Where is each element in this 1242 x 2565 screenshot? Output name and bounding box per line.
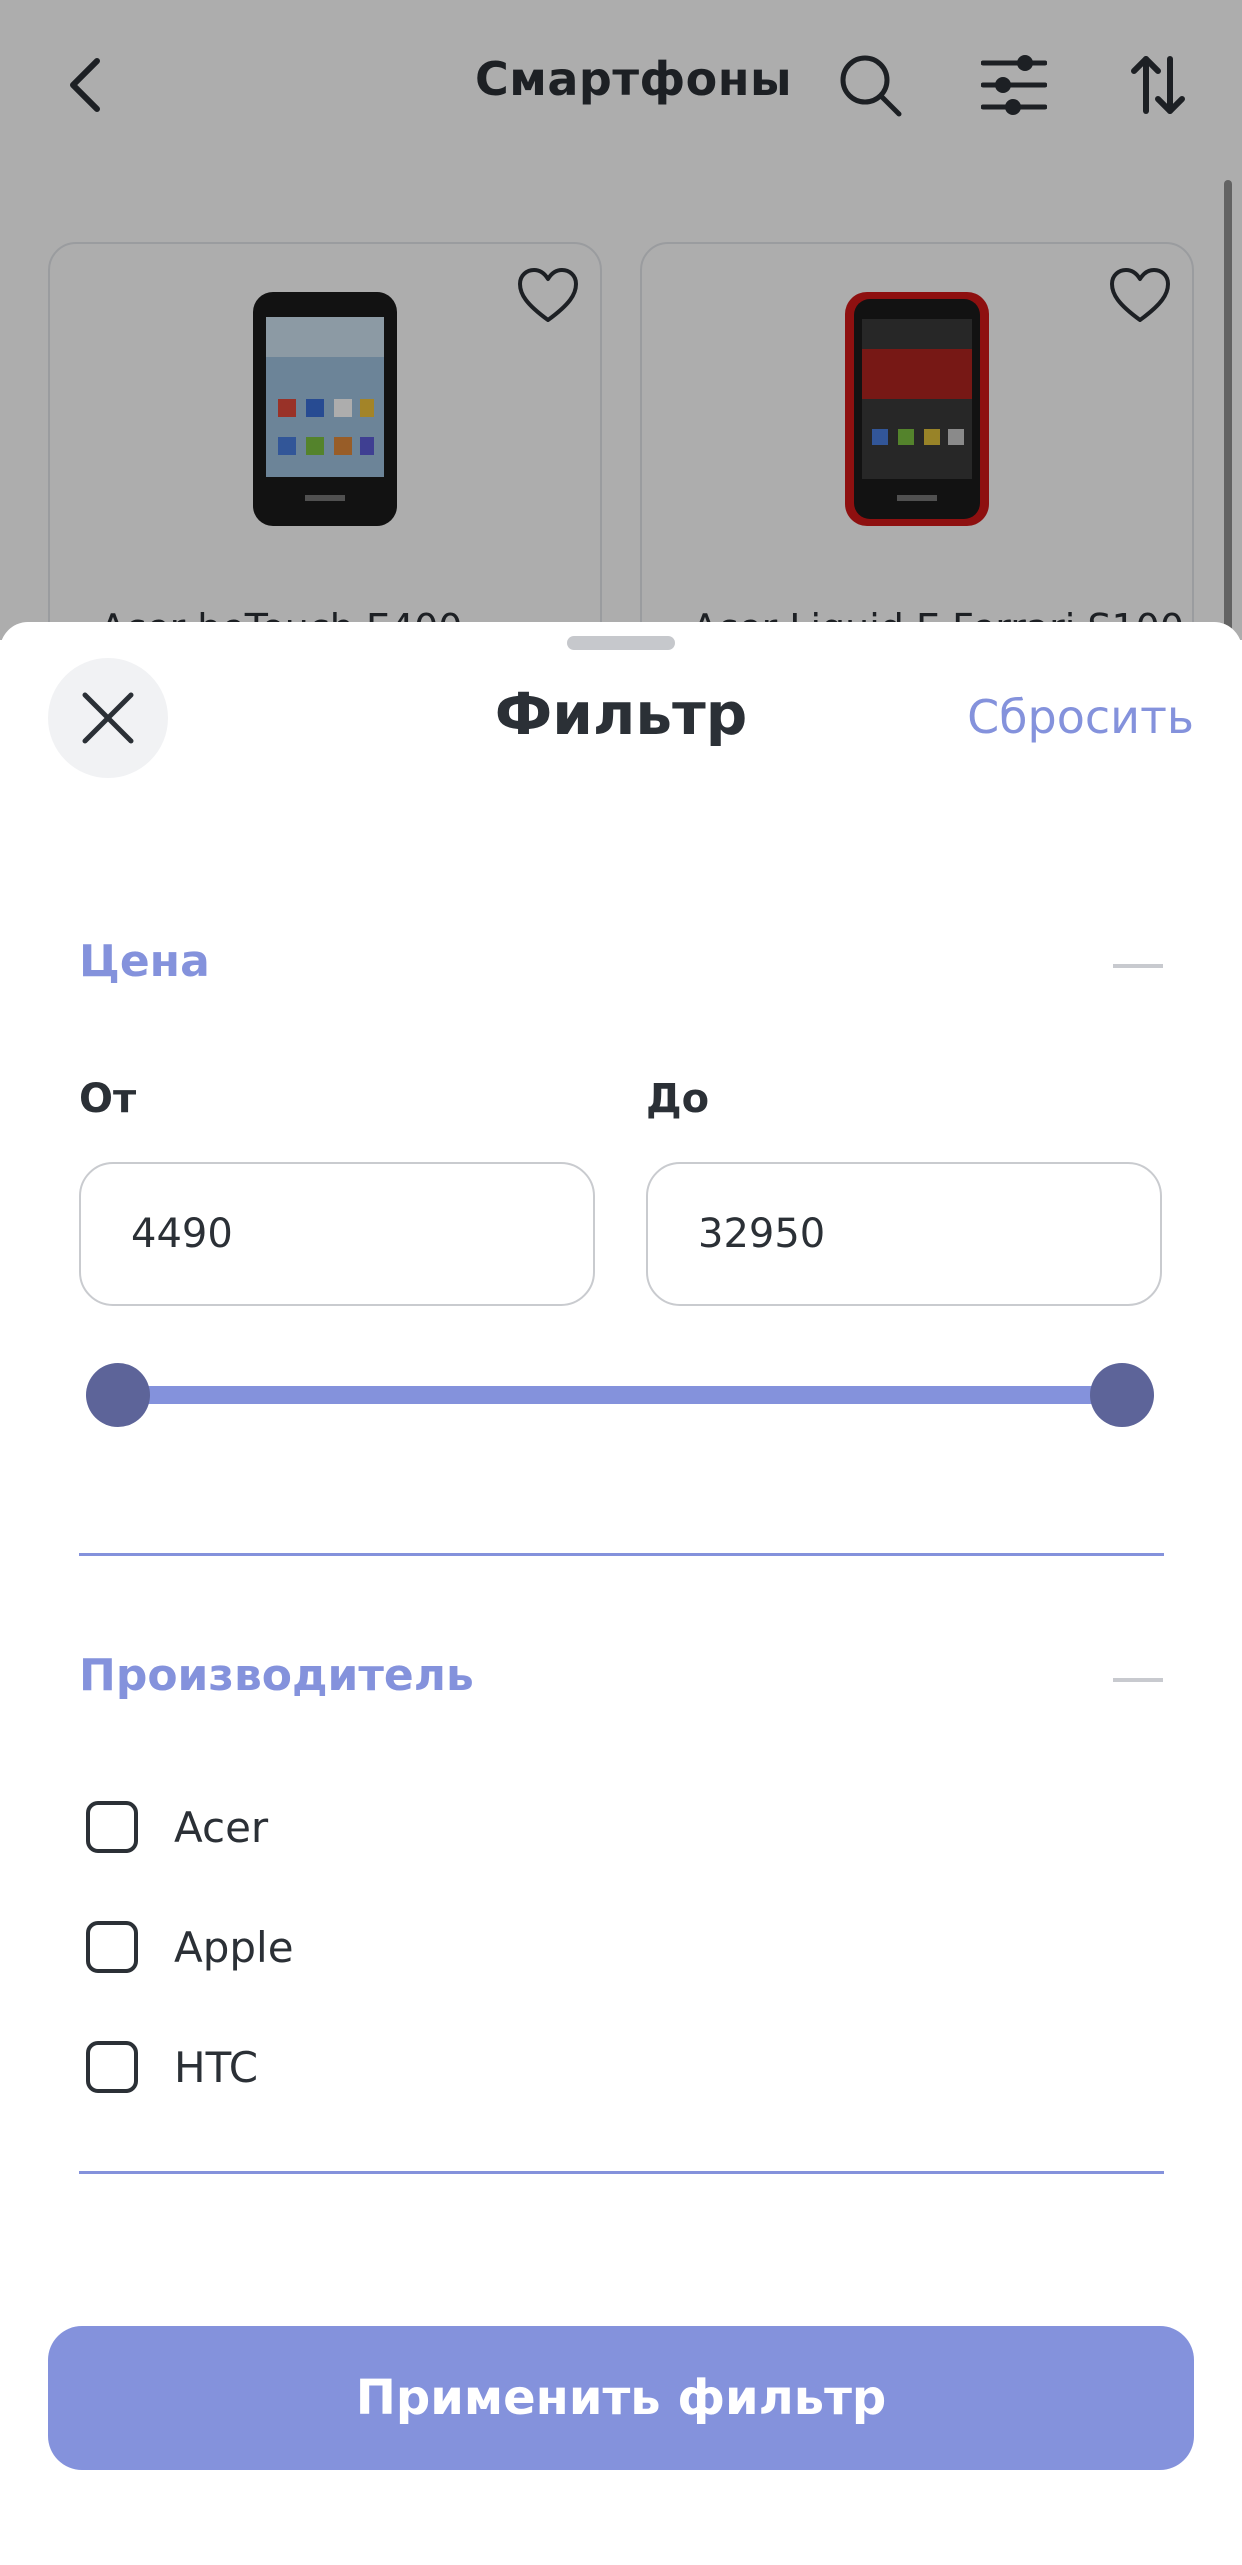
manufacturer-option-acer[interactable]: Acer — [86, 1797, 268, 1857]
section-divider — [79, 2171, 1164, 2174]
reset-button[interactable]: Сбросить — [967, 690, 1194, 744]
section-divider — [79, 1553, 1164, 1556]
product-list-page: Смартфоны — [0, 0, 1242, 640]
option-label: Acer — [174, 1802, 269, 1852]
manufacturer-option-htc[interactable]: HTC — [86, 2037, 258, 2097]
option-label: Apple — [174, 1922, 294, 1972]
checkbox[interactable] — [86, 1801, 138, 1853]
manufacturer-section-title[interactable]: Производитель — [79, 1650, 474, 1701]
price-slider-track[interactable] — [118, 1386, 1122, 1404]
checkbox[interactable] — [86, 2041, 138, 2093]
price-collapse-icon[interactable] — [1113, 964, 1163, 968]
manufacturer-option-apple[interactable]: Apple — [86, 1917, 294, 1977]
price-to-label: До — [646, 1076, 710, 1122]
price-from-input[interactable] — [79, 1162, 595, 1306]
checkbox[interactable] — [86, 1921, 138, 1973]
price-slider-min-thumb[interactable] — [86, 1363, 150, 1427]
filter-sheet: Фильтр Сбросить — [0, 622, 1242, 2565]
drag-handle[interactable] — [567, 636, 675, 650]
apply-filter-button[interactable]: Применить фильтр — [48, 2326, 1194, 2470]
manufacturer-collapse-icon[interactable] — [1113, 1678, 1163, 1682]
price-section-title[interactable]: Цена — [79, 936, 210, 987]
option-label: HTC — [174, 2042, 259, 2092]
dim-overlay[interactable] — [0, 0, 1242, 640]
price-from-label: От — [79, 1076, 137, 1122]
price-slider-max-thumb[interactable] — [1090, 1363, 1154, 1427]
price-to-input[interactable] — [646, 1162, 1162, 1306]
